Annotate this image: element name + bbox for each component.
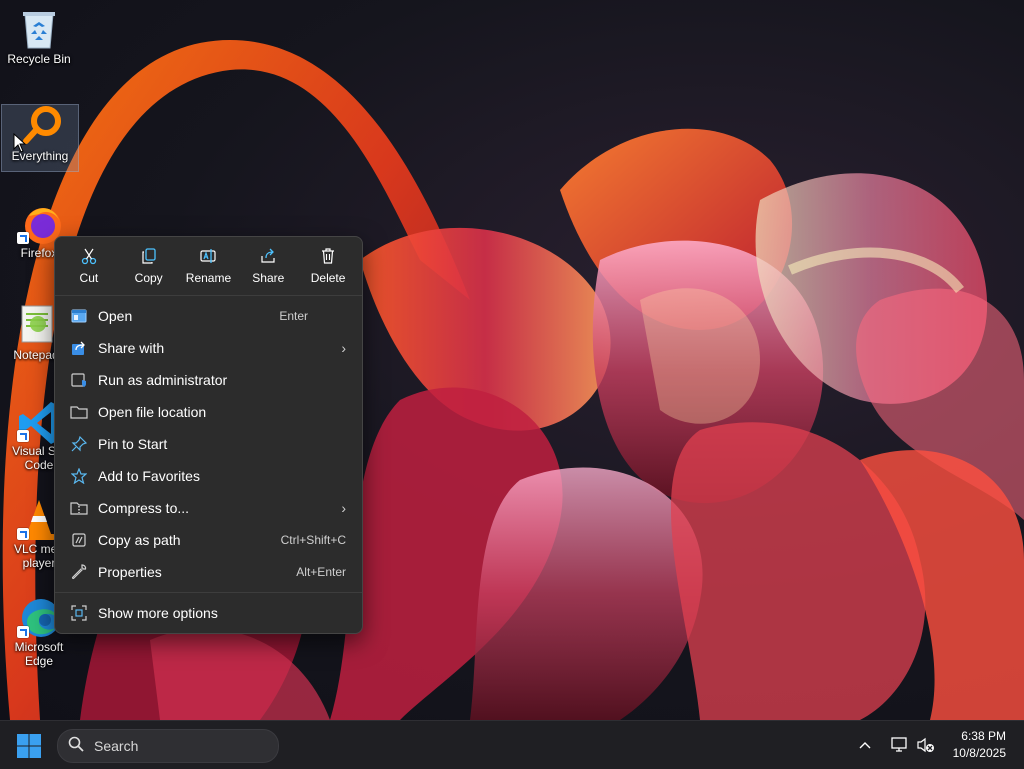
delete-button[interactable]: Delete xyxy=(299,247,357,285)
rename-icon xyxy=(200,249,217,263)
network-status-button[interactable] xyxy=(890,721,910,769)
wrench-icon xyxy=(69,562,89,582)
desktop-icon-recycle-bin[interactable]: Recycle Bin xyxy=(1,8,77,80)
vlc-cone-icon xyxy=(17,498,59,540)
rename-button[interactable]: Rename xyxy=(179,247,237,285)
zip-folder-icon xyxy=(69,498,89,518)
menu-item-compress-to[interactable]: Compress to... › xyxy=(55,492,362,524)
desktop-icon-label: Recycle Bin xyxy=(7,52,71,66)
desktop-icon-label-line2: Edge xyxy=(24,654,54,668)
search-icon xyxy=(68,736,84,757)
menu-separator xyxy=(55,592,362,593)
desktop-icon-label: Microsoft xyxy=(14,640,64,654)
menu-item-add-to-favorites[interactable]: Add to Favorites xyxy=(55,460,362,492)
menu-item-properties[interactable]: Properties Alt+Enter xyxy=(55,556,362,588)
vscode-icon xyxy=(17,400,61,444)
edge-icon xyxy=(17,596,60,638)
clock-time: 6:38 PM xyxy=(961,729,1006,743)
windows-logo-icon xyxy=(17,734,41,758)
menu-item-pin-to-start[interactable]: Pin to Start xyxy=(55,428,362,460)
star-icon xyxy=(69,466,89,486)
copy-path-icon xyxy=(69,530,89,550)
menu-item-label: Show more options xyxy=(98,605,218,621)
taskbar-search-box[interactable] xyxy=(57,729,279,763)
shortcut-arrow-icon xyxy=(17,430,29,442)
menu-item-label: Compress to... xyxy=(98,500,190,516)
menu-item-label: Run as administrator xyxy=(98,372,228,388)
cut-icon xyxy=(81,248,97,265)
network-icon xyxy=(891,737,907,752)
share-with-icon xyxy=(69,338,89,358)
recycle-bin-icon xyxy=(19,8,59,49)
volume-button[interactable] xyxy=(916,721,936,769)
copy-button[interactable]: Copy xyxy=(120,247,178,285)
folder-icon xyxy=(69,402,89,422)
menu-item-label: Properties xyxy=(98,564,162,580)
show-hidden-icons-button[interactable] xyxy=(858,721,872,769)
menu-item-share-with[interactable]: Share with › xyxy=(55,332,362,364)
context-menu: Cut Copy Rename Share Delete Open Enter … xyxy=(54,236,363,634)
clock-date: 10/8/2025 xyxy=(952,746,1006,760)
copy-icon xyxy=(142,248,156,264)
chevron-right-icon: › xyxy=(341,340,346,356)
menu-item-run-as-administrator[interactable]: Run as administrator xyxy=(55,364,362,396)
menu-item-show-more-options[interactable]: Show more options xyxy=(55,597,362,629)
menu-item-shortcut: Enter xyxy=(279,309,308,323)
context-menu-list: Open Enter Share with › Run as administr… xyxy=(55,296,362,633)
menu-item-open[interactable]: Open Enter xyxy=(55,300,362,332)
menu-item-label: Open xyxy=(98,308,133,324)
menu-item-shortcut: Ctrl+Shift+C xyxy=(280,533,346,547)
shortcut-arrow-icon xyxy=(17,528,29,540)
quick-actions-bar: Cut Copy Rename Share Delete xyxy=(55,237,362,296)
menu-item-copy-as-path[interactable]: Copy as path Ctrl+Shift+C xyxy=(55,524,362,556)
firefox-icon xyxy=(17,202,61,244)
open-icon xyxy=(69,306,89,326)
shield-icon xyxy=(69,370,89,390)
chevron-right-icon: › xyxy=(341,500,346,516)
menu-item-label: Share with xyxy=(98,340,165,356)
search-input[interactable] xyxy=(92,737,256,755)
rename-label: Rename xyxy=(185,271,232,285)
menu-item-label: Add to Favorites xyxy=(98,468,200,484)
pin-icon xyxy=(69,434,89,454)
shortcut-arrow-icon xyxy=(17,626,29,638)
start-button[interactable] xyxy=(16,733,42,759)
more-options-icon xyxy=(69,603,89,623)
share-button[interactable]: Share xyxy=(239,247,297,285)
delete-icon xyxy=(322,248,335,264)
copy-label: Copy xyxy=(134,271,163,285)
cut-label: Cut xyxy=(79,271,99,285)
menu-item-shortcut: Alt+Enter xyxy=(296,565,346,579)
share-label: Share xyxy=(252,271,285,285)
chevron-up-icon xyxy=(859,742,871,749)
mouse-cursor-icon xyxy=(13,132,27,157)
volume-muted-icon xyxy=(917,737,934,753)
notepad-plus-plus-icon xyxy=(16,304,56,344)
menu-item-label: Pin to Start xyxy=(98,436,168,452)
cut-button[interactable]: Cut xyxy=(60,247,118,285)
menu-item-label: Copy as path xyxy=(98,532,181,548)
clock[interactable]: 6:38 PM 10/8/2025 xyxy=(953,728,1006,762)
share-icon xyxy=(261,248,275,263)
menu-item-label: Open file location xyxy=(98,404,207,420)
delete-label: Delete xyxy=(310,271,346,285)
menu-item-open-file-location[interactable]: Open file location xyxy=(55,396,362,428)
taskbar: 6:38 PM 10/8/2025 xyxy=(0,720,1024,769)
shortcut-arrow-icon xyxy=(17,232,29,244)
